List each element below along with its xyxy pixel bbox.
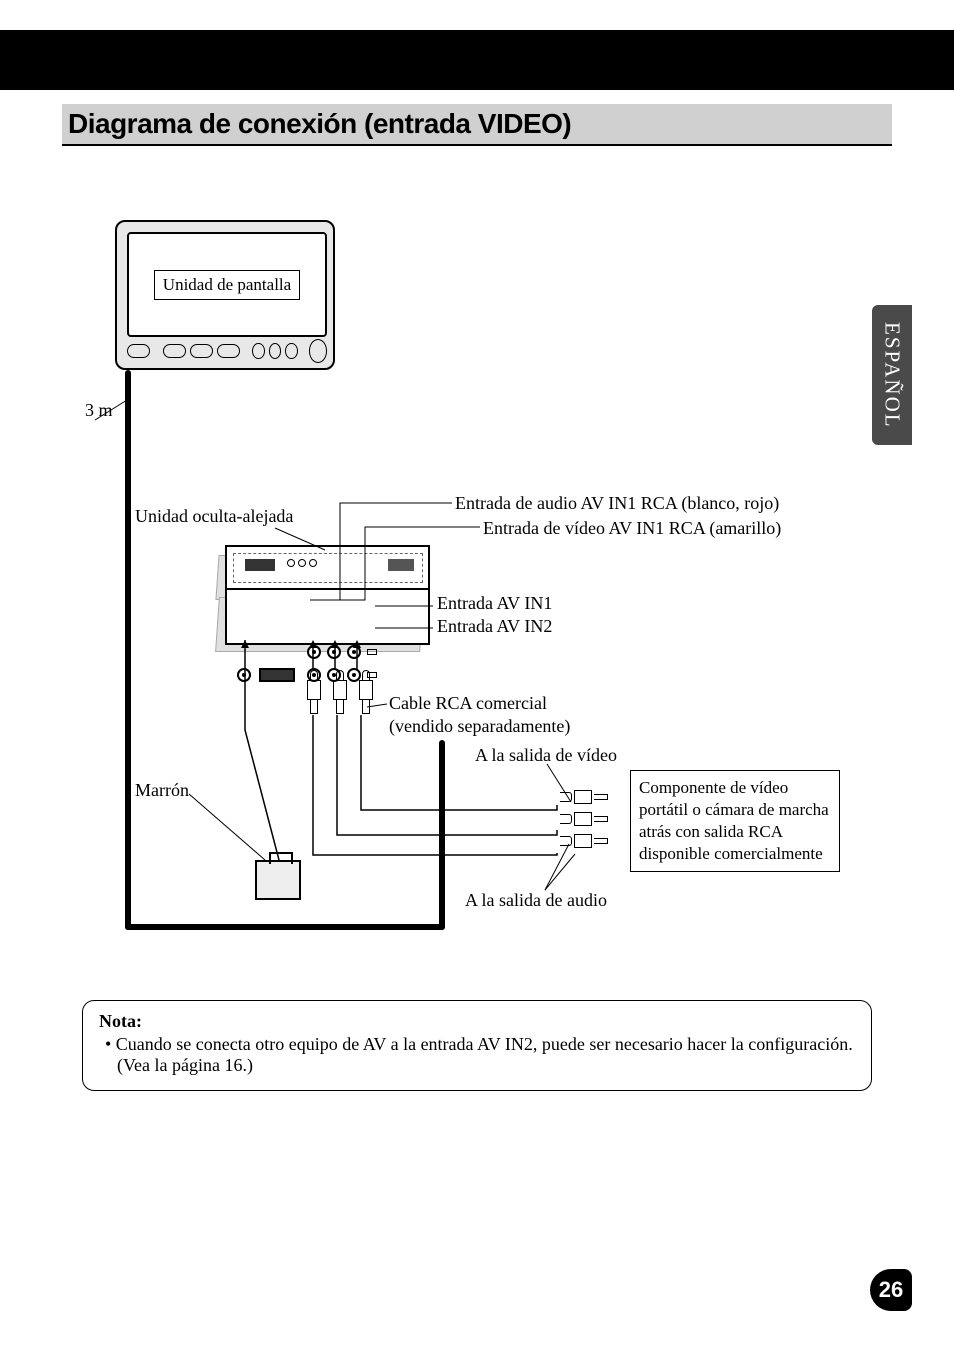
av-in2-label: Entrada AV IN2 — [437, 616, 552, 637]
display-screen: Unidad de pantalla — [127, 232, 327, 337]
main-cable-vertical-right — [439, 740, 445, 930]
external-device-plugs — [560, 790, 608, 848]
language-label: ESPAÑOL — [880, 322, 905, 429]
display-buttons — [127, 340, 327, 362]
audio-in1-rca-label: Entrada de audio AV IN1 RCA (blanco, roj… — [455, 493, 779, 514]
to-video-out-label: A la salida de vídeo — [475, 745, 617, 766]
rca-cable-label-line2: (vendido separadamente) — [389, 716, 570, 736]
hideaway-unit — [225, 545, 430, 645]
note-body: • Cuando se conecta otro equipo de AV a … — [99, 1034, 855, 1076]
display-unit: Unidad de pantalla — [115, 220, 335, 370]
note-box: Nota: • Cuando se conecta otro equipo de… — [82, 1000, 872, 1091]
brown-connector — [255, 860, 301, 900]
language-side-tab: ESPAÑOL — [872, 305, 912, 445]
rca-plugs — [307, 670, 373, 714]
page-number: 26 — [870, 1269, 912, 1311]
main-cable-horizontal-bottom — [125, 924, 445, 930]
video-in1-rca-label: Entrada de vídeo AV IN1 RCA (amarillo) — [483, 518, 781, 539]
main-cable-vertical — [125, 370, 131, 930]
hideaway-unit-label: Unidad oculta-alejada — [135, 506, 293, 527]
section-title: Diagrama de conexión (entrada VIDEO) — [68, 108, 886, 140]
cable-length-label: 3 m — [85, 400, 113, 421]
display-unit-label: Unidad de pantalla — [154, 270, 300, 300]
note-title: Nota: — [99, 1011, 855, 1032]
av-in1-label: Entrada AV IN1 — [437, 593, 552, 614]
brown-cable-label: Marrón — [135, 780, 189, 801]
rca-cable-label: Cable RCA comercial (vendido separadamen… — [389, 692, 570, 737]
connection-diagram: Unidad de pantalla 3 m — [85, 210, 875, 970]
top-black-bar — [0, 30, 954, 90]
rca-cable-label-line1: Cable RCA comercial — [389, 693, 547, 713]
external-component-info: Componente de vídeo portátil o cámara de… — [630, 770, 840, 872]
section-title-wrap: Diagrama de conexión (entrada VIDEO) — [62, 104, 892, 146]
to-audio-out-label: A la salida de audio — [465, 890, 607, 911]
